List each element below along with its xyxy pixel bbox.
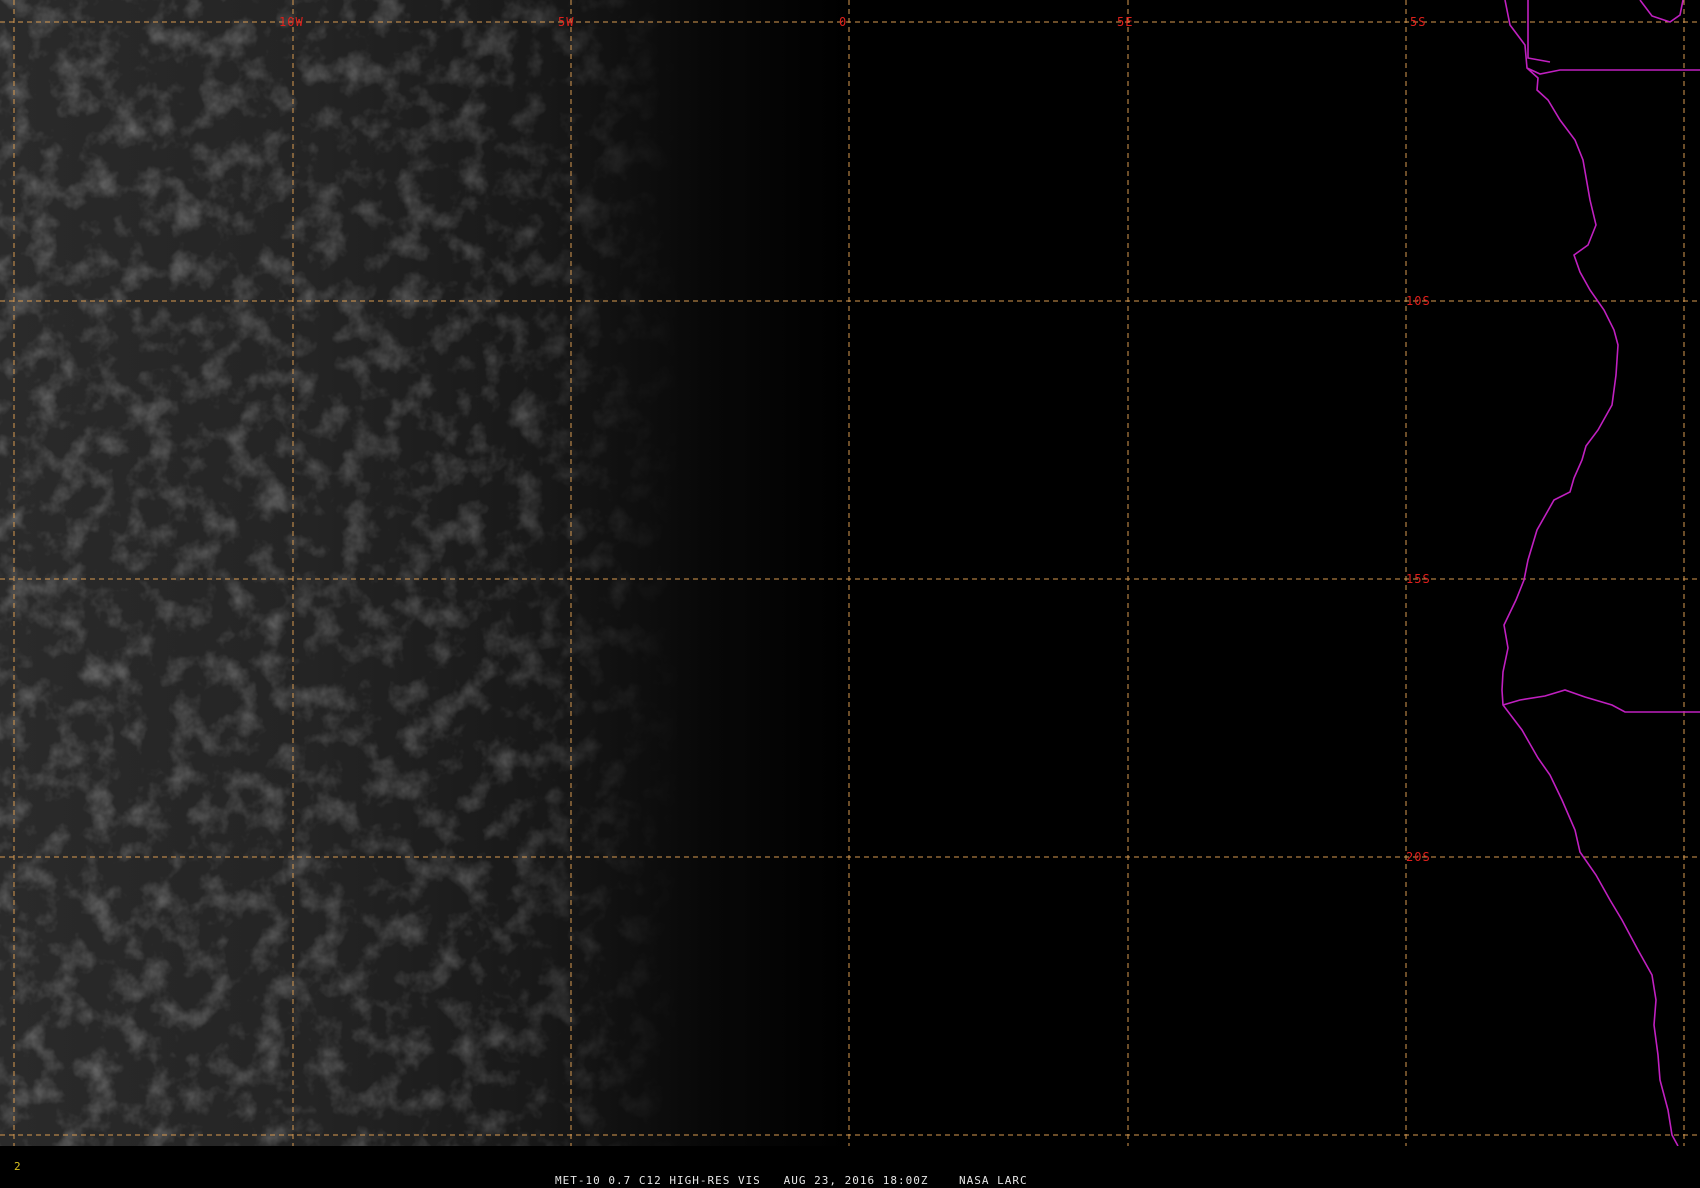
latitude-label: 15S bbox=[1406, 572, 1431, 586]
satellite-map: 10W 5W 0 5E 5S 10S 15S 20S bbox=[0, 0, 1700, 1147]
longitude-label: 5E bbox=[1117, 15, 1133, 29]
longitude-label: 10W bbox=[279, 15, 304, 29]
longitude-label: 0 bbox=[839, 15, 847, 29]
cloud-texture bbox=[0, 0, 1700, 1146]
image-caption-bar: 2 MET-10 0.7 C12 HIGH-RES VIS AUG 23, 20… bbox=[0, 1146, 1700, 1187]
latitude-label: 10S bbox=[1406, 294, 1431, 308]
frame-number: 2 bbox=[14, 1160, 21, 1173]
longitude-label: 5W bbox=[558, 15, 574, 29]
latitude-label: 5S bbox=[1410, 15, 1426, 29]
image-title: MET-10 0.7 C12 HIGH-RES VIS AUG 23, 2016… bbox=[555, 1174, 1028, 1187]
latitude-label: 20S bbox=[1406, 850, 1431, 864]
